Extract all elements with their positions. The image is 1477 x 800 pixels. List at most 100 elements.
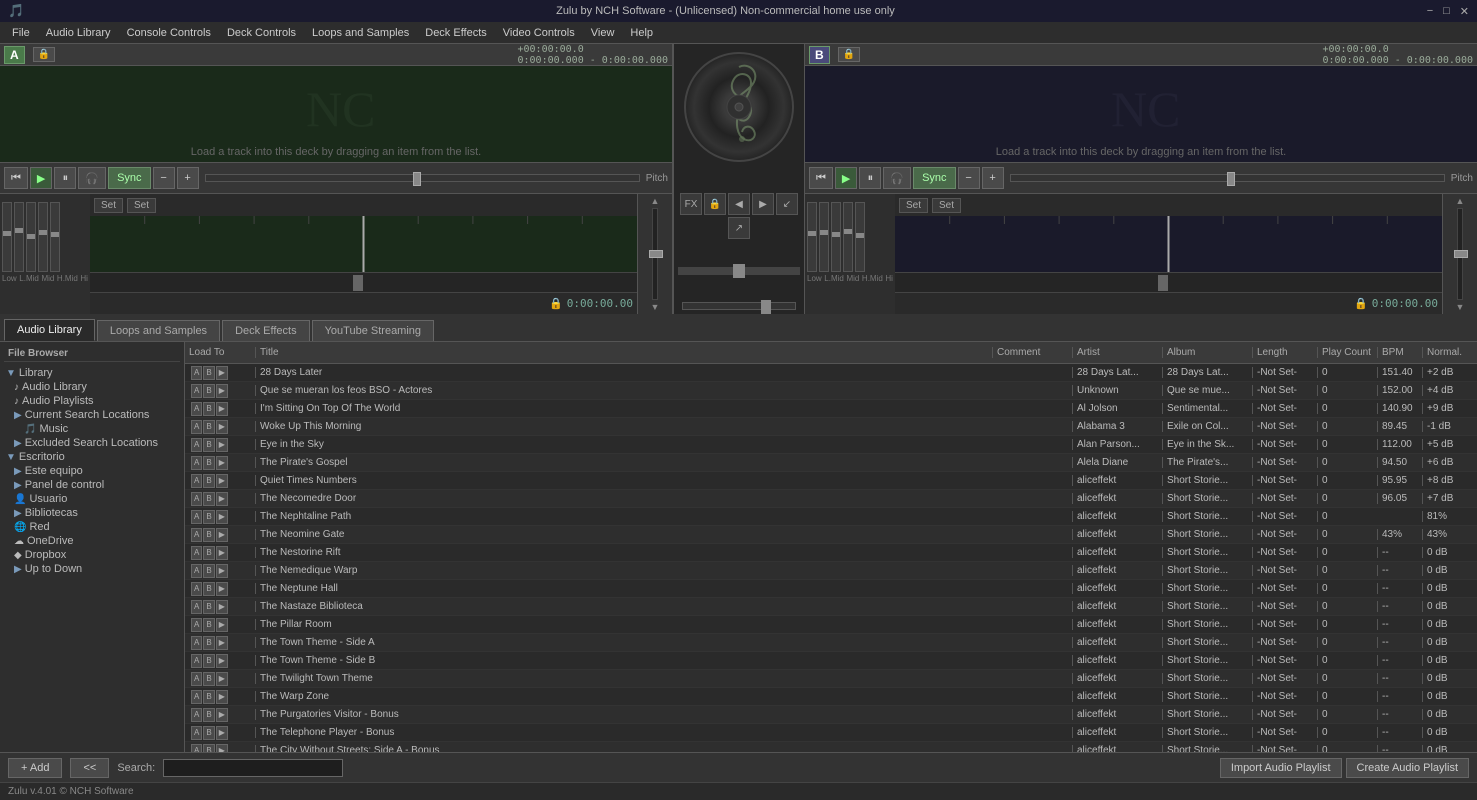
table-row[interactable]: A B ▶ The Neptune Hall aliceffekt Short … [185,580,1477,598]
load-a-button[interactable]: A [191,618,202,632]
deck-a-sync-button[interactable]: Sync [108,167,150,189]
load-a-button[interactable]: A [191,528,202,542]
search-input[interactable] [163,759,343,777]
load-a-button[interactable]: A [191,546,202,560]
load-b-button[interactable]: B [203,708,214,722]
table-row[interactable]: A B ▶ Quiet Times Numbers aliceffekt Sho… [185,472,1477,490]
table-row[interactable]: A B ▶ I'm Sitting On Top Of The World Al… [185,400,1477,418]
deck-a-set-b-button[interactable]: Set [127,198,156,213]
table-row[interactable]: A B ▶ The Town Theme - Side B aliceffekt… [185,652,1477,670]
tree-item-red[interactable]: 🌐 Red [4,520,180,534]
col-header-playcount[interactable]: Play Count [1317,347,1377,358]
tree-item-audio-library[interactable]: ♪ Audio Library [4,380,180,394]
load-cue-button[interactable]: ▶ [216,384,228,398]
load-a-button[interactable]: A [191,384,202,398]
deck-a-pause-button[interactable]: ⏸ [54,167,76,189]
load-b-button[interactable]: B [203,690,214,704]
deck-b-volume-track[interactable] [1457,208,1463,300]
menu-console-controls[interactable]: Console Controls [119,25,219,41]
tree-item-audio-playlists[interactable]: ♪ Audio Playlists [4,394,180,408]
menu-deck-controls[interactable]: Deck Controls [219,25,304,41]
load-a-button[interactable]: A [191,474,202,488]
tree-item-este-equipo[interactable]: ▶ Este equipo [4,464,180,478]
tree-item-up-to-down[interactable]: ▶ Up to Down [4,562,180,576]
load-a-button[interactable]: A [191,510,202,524]
load-a-button[interactable]: A [191,402,202,416]
table-row[interactable]: A B ▶ The Necomedre Door aliceffekt Shor… [185,490,1477,508]
crossfader[interactable] [678,267,800,275]
table-row[interactable]: A B ▶ Woke Up This Morning Alabama 3 Exi… [185,418,1477,436]
table-row[interactable]: A B ▶ The Nestorine Rift aliceffekt Shor… [185,544,1477,562]
load-cue-button[interactable]: ▶ [216,618,228,632]
tree-item-escritorio[interactable]: ▼ Escritorio [4,450,180,464]
deck-b-pause-button[interactable]: ⏸ [859,167,881,189]
load-b-button[interactable]: B [203,672,214,686]
deck-b-eq-fader-4[interactable] [843,202,853,272]
menu-audio-library[interactable]: Audio Library [38,25,119,41]
menu-file[interactable]: File [4,25,38,41]
tree-item-usuario[interactable]: 👤 Usuario [4,492,180,506]
load-a-button[interactable]: A [191,708,202,722]
deck-a-eq-fader-3[interactable] [26,202,36,272]
load-cue-button[interactable]: ▶ [216,366,228,380]
load-a-button[interactable]: A [191,420,202,434]
load-b-button[interactable]: B [203,564,214,578]
load-b-button[interactable]: B [203,366,214,380]
tab-audio-library[interactable]: Audio Library [4,319,95,341]
menu-help[interactable]: Help [622,25,661,41]
deck-a-lock-icon[interactable]: 🔒 [33,47,55,62]
tree-item-dropbox[interactable]: ◆ Dropbox [4,548,180,562]
load-cue-button[interactable]: ▶ [216,672,228,686]
load-b-button[interactable]: B [203,492,214,506]
table-row[interactable]: A B ▶ The Nastaze Biblioteca aliceffekt … [185,598,1477,616]
load-b-button[interactable]: B [203,510,214,524]
deck-a-pitch-slider[interactable] [205,174,640,182]
load-b-button[interactable]: B [203,744,214,753]
load-b-button[interactable]: B [203,600,214,614]
deck-a-eq-fader-2[interactable] [14,202,24,272]
load-a-button[interactable]: A [191,456,202,470]
minimize-button[interactable]: − [1427,5,1433,18]
load-a-button[interactable]: A [191,438,202,452]
tree-item-library[interactable]: ▼ Library [4,366,180,380]
load-b-button[interactable]: B [203,546,214,560]
maximize-button[interactable]: □ [1443,5,1450,18]
load-cue-button[interactable]: ▶ [216,708,228,722]
deck-b-pitch-handle[interactable] [1227,172,1235,186]
center-cue-button[interactable]: ◀ [728,193,750,215]
deck-a-eq-fader-5[interactable] [50,202,60,272]
nav-button[interactable]: << [70,758,109,778]
load-b-button[interactable]: B [203,384,214,398]
deck-b-eq-fader-5[interactable] [855,202,865,272]
load-cue-button[interactable]: ▶ [216,636,228,650]
load-a-button[interactable]: A [191,582,202,596]
col-header-length[interactable]: Length [1252,347,1317,358]
load-b-button[interactable]: B [203,456,214,470]
load-cue-button[interactable]: ▶ [216,420,228,434]
load-a-button[interactable]: A [191,492,202,506]
center-volume-handle[interactable] [761,300,771,314]
center-volume-slider[interactable] [682,302,796,310]
center-mark-button[interactable]: ▶ [752,193,774,215]
load-cue-button[interactable]: ▶ [216,528,228,542]
import-playlist-button[interactable]: Import Audio Playlist [1220,758,1342,778]
deck-a-scrollbar[interactable] [90,272,637,292]
deck-a-volume-track[interactable] [652,208,658,300]
load-b-button[interactable]: B [203,474,214,488]
table-row[interactable]: A B ▶ Que se mueran los feos BSO - Actor… [185,382,1477,400]
load-cue-button[interactable]: ▶ [216,546,228,560]
deck-b-headphones-button[interactable]: 🎧 [883,167,911,189]
load-b-button[interactable]: B [203,420,214,434]
deck-a-set-a-button[interactable]: Set [94,198,123,213]
load-cue-button[interactable]: ▶ [216,690,228,704]
deck-b-prev-button[interactable]: ⏮ [809,167,833,189]
deck-b-plus-button[interactable]: + [982,167,1004,189]
add-button[interactable]: + Add [8,758,62,778]
menu-view[interactable]: View [583,25,623,41]
load-a-button[interactable]: A [191,600,202,614]
load-b-button[interactable]: B [203,438,214,452]
tab-loops-samples[interactable]: Loops and Samples [97,320,220,341]
table-row[interactable]: A B ▶ The Neomine Gate aliceffekt Short … [185,526,1477,544]
load-a-button[interactable]: A [191,690,202,704]
close-button[interactable]: ✕ [1460,5,1469,18]
